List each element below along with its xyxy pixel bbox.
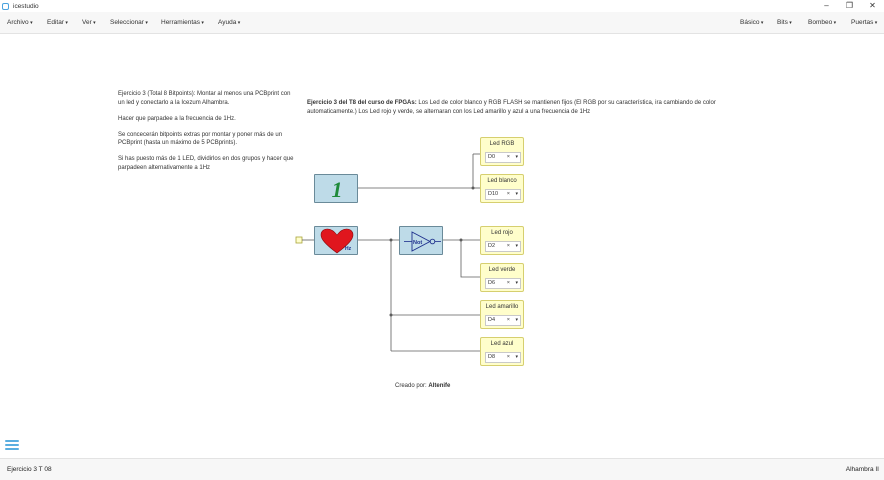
led-output-azul[interactable]: Led azul D8 × ▾ [480, 337, 524, 366]
chevron-down-icon[interactable]: ▾ [515, 316, 518, 325]
pin-value: D10 [488, 191, 499, 197]
svg-text:Hz: Hz [345, 246, 352, 252]
heartbeat-block[interactable]: Hz [314, 226, 358, 255]
pin-value: D8 [488, 354, 496, 360]
svg-text:Not: Not [413, 240, 422, 246]
constant-block[interactable]: 1 [314, 174, 358, 203]
pin-select[interactable]: D4 × ▾ [485, 315, 521, 326]
status-bar: Ejercicio 3 T 08 Alhambra II [0, 458, 884, 480]
clear-icon[interactable]: × [507, 242, 510, 251]
pin-select[interactable]: D0 × ▾ [485, 152, 521, 163]
pin-select[interactable]: D8 × ▾ [485, 352, 521, 363]
chevron-down-icon[interactable]: ▾ [515, 279, 518, 288]
chevron-down-icon[interactable]: ▾ [515, 242, 518, 251]
pin-select[interactable]: D6 × ▾ [485, 278, 521, 289]
junction-dot [459, 238, 463, 242]
menu-icon[interactable] [5, 440, 19, 451]
clear-icon[interactable]: × [507, 153, 510, 162]
credit-prefix: Creado por: [395, 383, 429, 389]
led-output-blanco[interactable]: Led blanco D10 × ▾ [480, 174, 524, 203]
junction-dot [389, 238, 393, 242]
junction-dot [389, 313, 393, 317]
led-label: Led azul [490, 341, 514, 347]
led-output-rgb[interactable]: Led RGB D0 × ▾ [480, 137, 524, 166]
chevron-down-icon[interactable]: ▾ [515, 353, 518, 362]
led-label: Led rojo [491, 230, 513, 236]
clear-icon[interactable]: × [507, 316, 510, 325]
pin-value: D2 [488, 243, 496, 249]
pin-value: D0 [488, 154, 496, 160]
pin-value: D6 [488, 280, 496, 286]
input-pin[interactable] [295, 236, 303, 244]
led-label: Led RGB [489, 141, 515, 147]
board-selector[interactable]: Alhambra II [846, 466, 879, 473]
svg-text:1: 1 [332, 177, 343, 202]
led-label: Led blanco [487, 178, 517, 184]
clear-icon[interactable]: × [507, 190, 510, 199]
led-label: Led verde [488, 267, 516, 273]
not-gate-block[interactable]: Not [399, 226, 443, 255]
led-output-rojo[interactable]: Led rojo D2 × ▾ [480, 226, 524, 255]
chevron-down-icon[interactable]: ▾ [515, 190, 518, 199]
led-label: Led amarillo [485, 304, 519, 310]
clear-icon[interactable]: × [507, 353, 510, 362]
credit-text: Creado por: Altenife [395, 383, 450, 389]
junction-dot [471, 186, 475, 190]
pin-select[interactable]: D2 × ▾ [485, 241, 521, 252]
chevron-down-icon[interactable]: ▾ [515, 153, 518, 162]
led-output-amarillo[interactable]: Led amarillo D4 × ▾ [480, 300, 524, 329]
project-name: Ejercicio 3 T 08 [7, 466, 52, 473]
heart-icon: Hz [320, 228, 354, 254]
credit-author: Altenife [428, 383, 451, 389]
wire [460, 240, 480, 278]
constant-one-icon: 1 [332, 177, 343, 202]
pin-select[interactable]: D10 × ▾ [485, 189, 521, 200]
led-output-verde[interactable]: Led verde D6 × ▾ [480, 263, 524, 292]
pin-value: D4 [488, 317, 496, 323]
not-gate-icon: Not [404, 231, 441, 252]
clear-icon[interactable]: × [507, 279, 510, 288]
